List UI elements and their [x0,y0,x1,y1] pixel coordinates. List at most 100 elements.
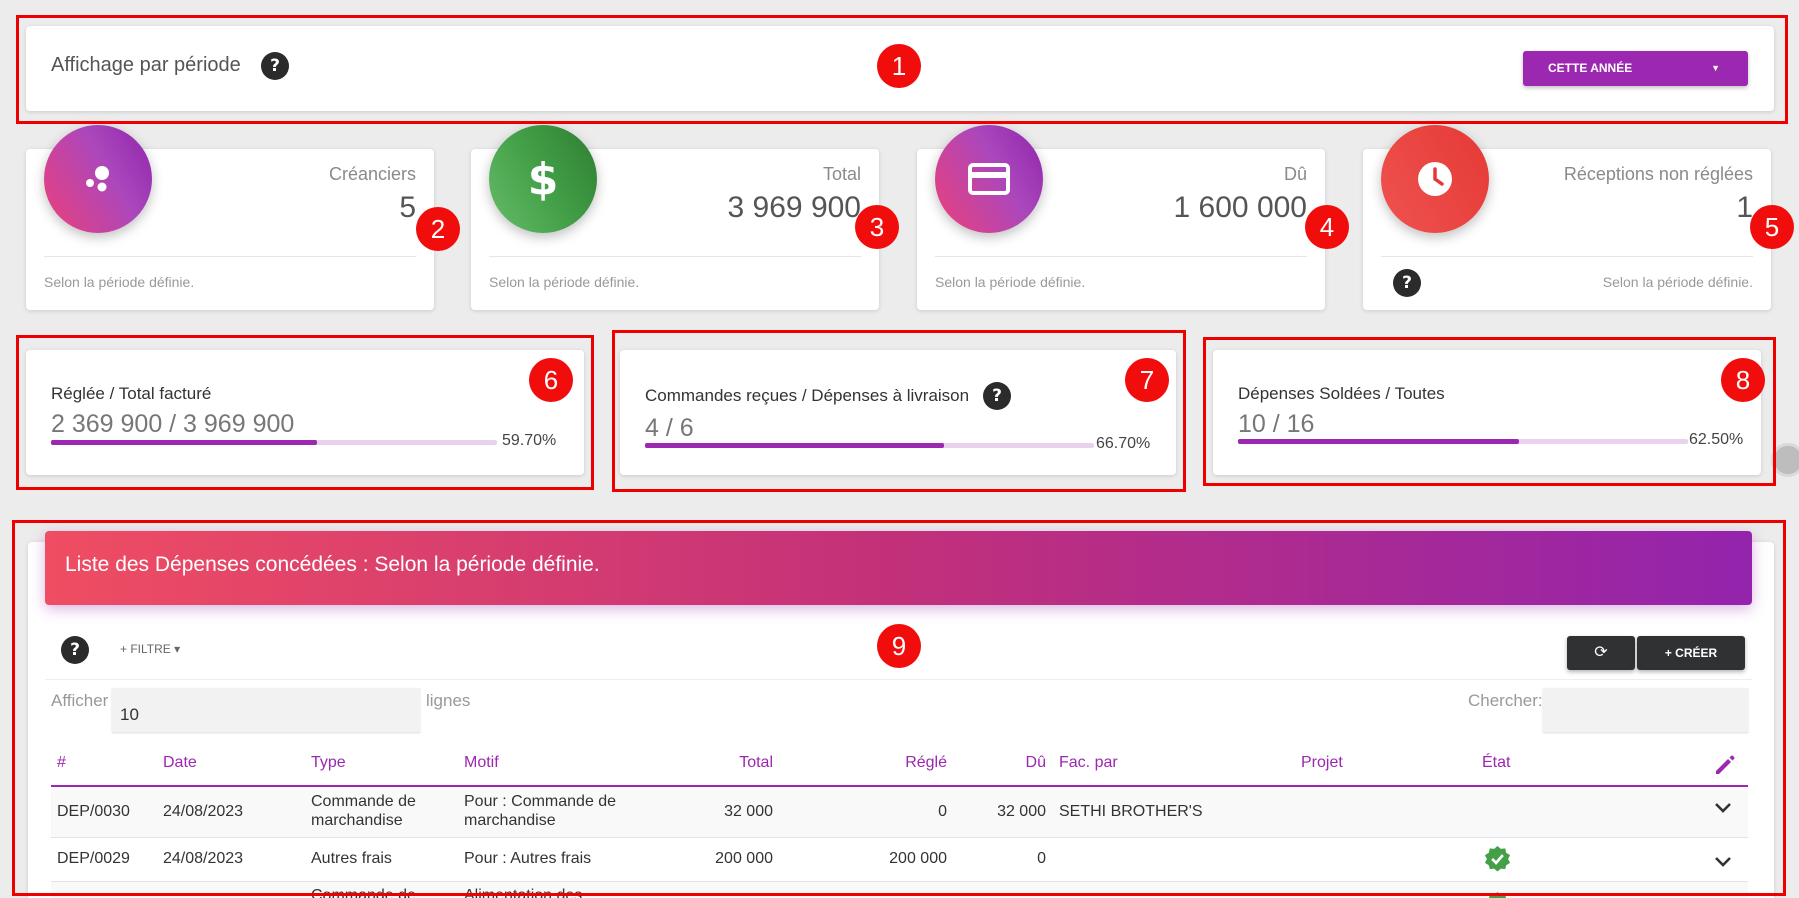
divider [45,679,1752,680]
annotation-marker: 5 [1750,205,1794,249]
create-button[interactable]: + CRÉER [1637,636,1745,670]
check-badge-icon [1484,845,1511,872]
column-header-date[interactable]: Date [163,754,197,772]
stat-card-creditors: Créanciers 5 Selon la période définie. [26,125,434,310]
stat-value: 3 969 900 [727,191,861,224]
cell-due: 0 [1037,850,1046,867]
cell-type: Autres frais [311,850,392,867]
check-badge-icon [1488,891,1507,898]
progress-fill [645,443,945,448]
divider [935,256,1307,257]
rows-per-page-input[interactable] [112,688,420,732]
dollar-icon: $ [489,125,597,233]
refresh-button[interactable]: ⟳ [1567,636,1635,670]
progress-value: 2 369 900 / 3 969 900 [51,410,295,438]
chevron-down-icon[interactable] [1714,798,1732,819]
cell-motif: Pour : Autres frais [464,850,592,867]
annotation-marker: 4 [1305,205,1349,249]
progress-label: Dépenses Soldées / Toutes [1238,384,1445,403]
period-select-button[interactable]: CETTE ANNÉE ▼ [1523,51,1748,86]
column-header-status[interactable]: État [1482,754,1510,772]
stat-label: Créanciers [328,164,416,184]
stat-card-due: Dû 1 600 000 Selon la période définie. [917,125,1325,310]
stat-label: Réceptions non réglées [1563,164,1753,184]
annotation-marker: 9 [877,624,921,668]
filter-button[interactable]: + FILTRE ▾ [120,642,180,656]
progress-value: 4 / 6 [645,414,694,442]
progress-percent: 62.50% [1689,431,1744,448]
cell-id: DEP/0030 [57,803,130,820]
cell-billed-by: SETHI BROTHER'S [1059,803,1203,820]
cell-type: Commande de marchandise [311,793,416,829]
stat-label: Total [822,164,861,184]
annotation-marker: 1 [877,44,921,88]
list-help-icon[interactable]: ? [61,636,89,664]
progress-percent: 66.70% [1096,435,1151,452]
annotation-marker: 3 [855,205,899,249]
side-help-handle[interactable] [1771,443,1799,477]
divider [489,256,861,257]
stat-footer: Selon la période définie. [935,274,1086,290]
cell-paid: 200 000 [889,850,947,867]
progress-fill [51,440,318,445]
stat-card-total: $ Total 3 969 900 Selon la période défin… [471,125,879,310]
progress-percent: 59.70% [502,432,557,449]
progress-bar [51,440,497,445]
progress-fill [1238,439,1520,444]
column-header-paid[interactable]: Réglé [870,754,947,772]
column-header-motif[interactable]: Motif [464,754,499,772]
progress-bar [645,443,1094,448]
cell-type: Commande de [311,887,416,898]
cell-date: 24/08/2023 [163,850,244,867]
caret-down-icon: ▼ [1711,63,1720,73]
annotation-marker: 7 [1125,358,1169,402]
rows-label: lignes [426,691,471,710]
column-header-type[interactable]: Type [311,754,346,772]
period-title: Affichage par période [51,54,241,76]
list-title: Liste des Dépenses concédées : Selon la … [65,553,600,576]
progress-label: Réglée / Total facturé [51,384,212,403]
progress-card-orders: Commandes reçues / Dépenses à livraison … [620,350,1176,475]
cell-due: 32 000 [997,803,1046,820]
progress-bar [1238,439,1688,444]
progress-label: Commandes reçues / Dépenses à livraison … [645,382,1012,410]
show-label: Afficher [51,691,109,710]
column-header-due[interactable]: Dû [990,754,1046,772]
progress-card-paid: Réglée / Total facturé 2 369 900 / 3 969… [26,350,584,475]
progress-card-expenses: Dépenses Soldées / Toutes 10 / 16 62.50% [1213,350,1761,475]
progress-value: 10 / 16 [1238,410,1315,438]
period-help-icon[interactable]: ? [261,52,289,80]
annotation-marker: 8 [1721,358,1765,402]
column-header-total[interactable]: Total [700,754,773,772]
clock-icon [1381,125,1489,233]
progress-label-text: Commandes reçues / Dépenses à livraison [645,386,970,405]
stat-label: Dû [1283,164,1307,184]
search-input[interactable] [1543,688,1748,732]
stat-footer: Selon la période définie. [489,274,640,290]
divider [44,256,416,257]
period-select-label: CETTE ANNÉE [1548,61,1633,75]
stat-value: 5 [399,191,416,224]
column-header-id[interactable]: # [57,754,66,772]
cell-total: 200 000 [715,850,773,867]
stat-value: 1 600 000 [1173,191,1307,224]
stat-footer: Selon la période définie. [1602,274,1753,290]
annotation-marker: 2 [416,207,460,251]
search-label: Chercher: [1468,691,1543,710]
cell-motif: Pour : Commande de marchandise [464,793,617,829]
pencil-icon[interactable] [1712,752,1738,778]
stat-footer: Selon la période définie. [44,274,195,290]
help-icon[interactable]: ? [1393,269,1421,297]
chevron-down-icon[interactable] [1714,852,1732,873]
divider [1381,256,1753,257]
column-header-project[interactable]: Projet [1301,754,1343,772]
help-icon[interactable]: ? [983,382,1012,410]
annotation-marker: 6 [529,358,573,402]
list-header: Liste des Dépenses concédées : Selon la … [45,531,1752,605]
cell-id: DEP/0029 [57,850,130,867]
bubbles-icon [44,125,152,233]
stat-card-unpaid-receptions: Réceptions non réglées 1 ? Selon la péri… [1363,125,1771,310]
column-header-billed-by[interactable]: Fac. par [1059,754,1118,772]
cell-total: 32 000 [724,803,773,820]
credit-card-icon [935,125,1043,233]
